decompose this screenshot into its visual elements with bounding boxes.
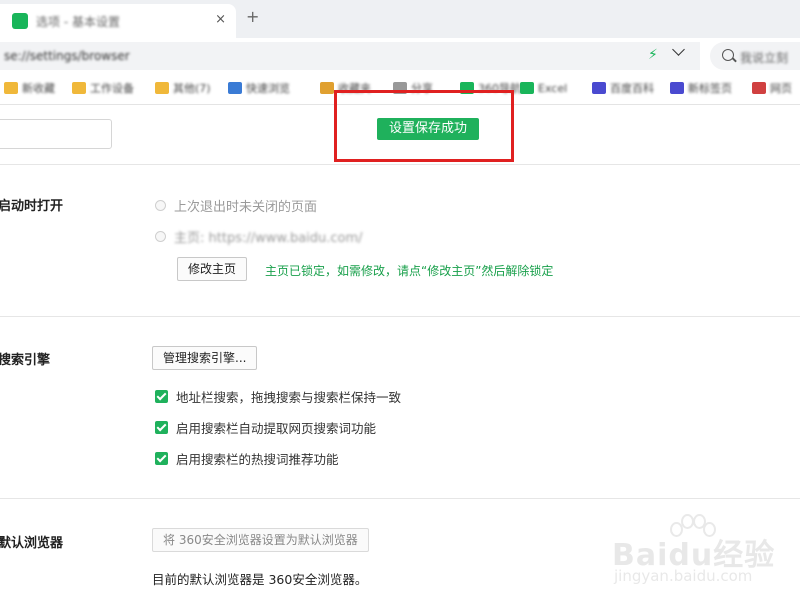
address-url: se://settings/browser xyxy=(4,49,130,63)
startup-option-last-session[interactable]: 上次退出时未关闭的页面 xyxy=(155,196,317,215)
lightning-icon[interactable]: ⚡ xyxy=(648,47,658,63)
divider xyxy=(0,498,800,499)
bookmark-item[interactable]: 百度百科 xyxy=(592,80,654,96)
search-option-consistent[interactable]: 地址栏搜索，拖拽搜索与搜索栏保持一致 xyxy=(155,387,401,406)
bookmark-label: 新标签页 xyxy=(688,82,732,95)
tab-strip: 选项 - 基本设置 × + xyxy=(0,0,800,38)
settings-search-input[interactable] xyxy=(0,119,112,149)
radio-label: 上次退出时未关闭的页面 xyxy=(174,200,318,215)
bookmark-label: Excel xyxy=(538,81,568,95)
bookmark-label: 新收藏 xyxy=(22,82,55,95)
bookmark-label: 工作设备 xyxy=(90,82,134,95)
search-box[interactable]: 我说立刻 xyxy=(710,42,800,70)
checkbox-checked[interactable] xyxy=(155,390,168,403)
close-icon[interactable]: × xyxy=(215,12,226,27)
search-option-hot-words[interactable]: 启用搜索栏的热搜词推荐功能 xyxy=(155,449,339,468)
bookmark-icon xyxy=(4,82,18,94)
checkbox-label: 启用搜索栏自动提取网页搜索词功能 xyxy=(176,421,377,436)
bookmark-item[interactable]: 工作设备 xyxy=(72,80,134,96)
bookmark-icon xyxy=(670,82,684,94)
default-browser-note: 目前的默认浏览器是 360安全浏览器。 xyxy=(152,572,368,587)
address-row: se://settings/browser ⚡ 我说立刻 xyxy=(0,38,800,72)
bookmark-icon xyxy=(72,82,86,94)
new-tab-button[interactable]: + xyxy=(246,9,259,25)
bookmark-label: 网页 xyxy=(770,82,792,95)
address-bar[interactable]: se://settings/browser ⚡ xyxy=(0,42,700,70)
watermark-url: jingyan.baidu.com xyxy=(614,567,753,585)
bookmark-label: 其他(7) xyxy=(173,82,211,95)
radio-button[interactable] xyxy=(155,231,166,242)
set-default-browser-button[interactable]: 将 360安全浏览器设置为默认浏览器 xyxy=(152,528,369,552)
bookmark-icon xyxy=(592,82,606,94)
bookmark-icon xyxy=(320,82,334,94)
browser-favicon-icon xyxy=(12,13,28,29)
bookmark-item[interactable]: 新收藏 xyxy=(4,80,55,96)
search-placeholder: 我说立刻 xyxy=(740,51,789,65)
search-engine-section-title: 搜索引擎 xyxy=(0,353,51,368)
bookmark-item[interactable]: 快速浏览 xyxy=(228,80,290,96)
tab-settings[interactable]: 选项 - 基本设置 × xyxy=(0,4,236,38)
checkbox-label: 启用搜索栏的热搜词推荐功能 xyxy=(176,452,339,467)
homepage-lock-note: 主页已锁定，如需修改，请点“修改主页”然后解除锁定 xyxy=(265,264,554,278)
modify-homepage-button[interactable]: 修改主页 xyxy=(177,257,248,281)
radio-button[interactable] xyxy=(155,200,166,211)
startup-option-homepage[interactable]: 主页: https://www.baidu.com/ xyxy=(155,227,363,246)
bookmark-icon xyxy=(520,82,534,94)
search-option-extract-terms[interactable]: 启用搜索栏自动提取网页搜索词功能 xyxy=(155,418,376,437)
divider xyxy=(0,164,800,165)
baidu-jingyan-watermark: Baidu经验 jingyan.baidu.com xyxy=(612,512,792,592)
checkbox-label: 地址栏搜索，拖拽搜索与搜索栏保持一致 xyxy=(176,390,402,405)
default-browser-section-title: 默认浏览器 xyxy=(0,536,64,551)
bookmark-icon xyxy=(752,82,766,94)
bookmark-label: 快速浏览 xyxy=(246,82,290,95)
bookmark-icon xyxy=(155,82,169,94)
bookmark-icon xyxy=(228,82,242,94)
red-highlight-annotation xyxy=(334,90,514,162)
bookmark-item[interactable]: 网页 xyxy=(752,80,792,96)
chevron-down-icon[interactable] xyxy=(672,43,685,56)
checkbox-checked[interactable] xyxy=(155,452,168,465)
bookmark-item[interactable]: 新标签页 xyxy=(670,80,732,96)
tab-title: 选项 - 基本设置 xyxy=(36,15,120,29)
search-icon xyxy=(722,49,734,61)
checkbox-checked[interactable] xyxy=(155,421,168,434)
bookmark-label: 百度百科 xyxy=(610,82,654,95)
bookmark-item[interactable]: 其他(7) xyxy=(155,80,211,96)
divider xyxy=(0,316,800,317)
bookmark-item[interactable]: Excel xyxy=(520,80,567,96)
startup-section-title: 启动时打开 xyxy=(0,199,64,214)
radio-label: 主页: https://www.baidu.com/ xyxy=(174,231,363,246)
manage-search-engines-button[interactable]: 管理搜索引擎... xyxy=(152,346,258,370)
